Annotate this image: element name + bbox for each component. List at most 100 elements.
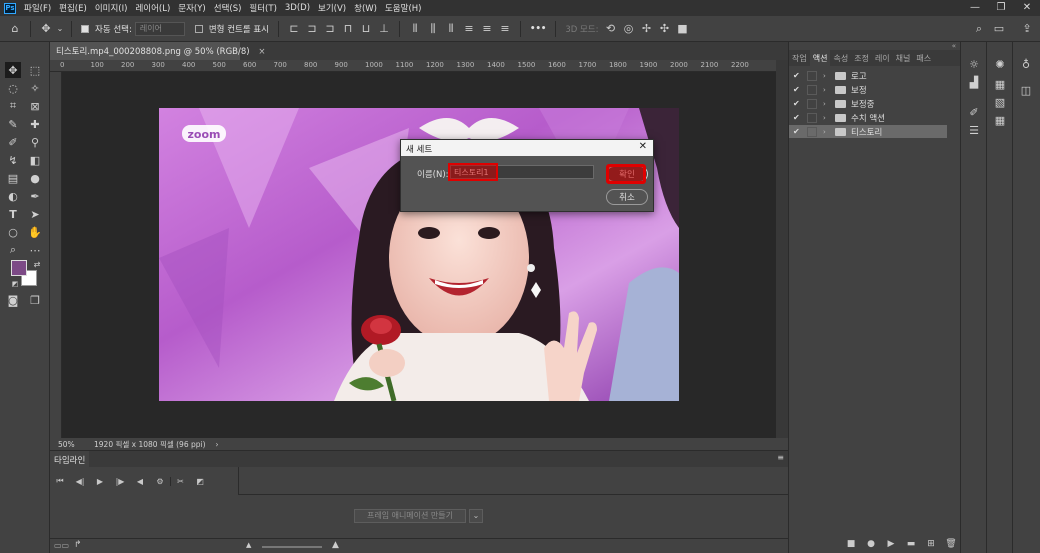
close-tab-icon[interactable]: ×	[258, 47, 265, 57]
close-icon[interactable]: ✕	[639, 141, 647, 152]
chevron-down-icon[interactable]: ⌄	[55, 20, 65, 38]
new-set-folder-icon[interactable]: ▬	[901, 539, 921, 549]
zoom-tool-icon[interactable]: ⌕	[5, 242, 21, 258]
search-icon[interactable]: ⌕	[970, 20, 988, 38]
expand-arrow-icon[interactable]: ›	[823, 128, 833, 136]
3d-pan-icon[interactable]: ✢	[638, 20, 656, 38]
dialog-toggle-box[interactable]	[807, 84, 817, 95]
menu-edit[interactable]: 편집(E)	[55, 2, 91, 14]
menu-view[interactable]: 보기(V)	[314, 2, 350, 14]
auto-select-checkbox[interactable]	[81, 24, 89, 33]
menu-select[interactable]: 선택(S)	[210, 2, 246, 14]
distribute-bottom-icon[interactable]: ≡	[496, 20, 514, 38]
menu-file[interactable]: 파일(F)	[20, 2, 55, 14]
distribute-center-icon[interactable]: ⫼	[424, 20, 442, 38]
dialog-toggle-box[interactable]	[807, 98, 817, 109]
tab-channels[interactable]: 채널	[893, 50, 914, 66]
zoom-level[interactable]: 50%	[58, 440, 88, 449]
3d-roll-icon[interactable]: ◎	[620, 20, 638, 38]
new-action-icon[interactable]: ⊞	[921, 539, 941, 549]
menu-filter[interactable]: 필터(T)	[245, 2, 280, 14]
chevron-down-icon[interactable]: ⌄	[469, 509, 483, 523]
align-right-icon[interactable]: ⊐	[321, 20, 339, 38]
expand-arrow-icon[interactable]: ›	[823, 72, 833, 80]
distribute-middle-icon[interactable]: ≡	[478, 20, 496, 38]
menu-image[interactable]: 이미지(I)	[91, 2, 132, 14]
cancel-button[interactable]: 취소	[606, 189, 648, 205]
type-tool-icon[interactable]: T	[5, 206, 21, 222]
menu-window[interactable]: 창(W)	[350, 2, 381, 14]
swap-colors-icon[interactable]: ⇄	[29, 256, 45, 272]
zoom-out-mountain-icon[interactable]: ▲	[246, 541, 251, 549]
patterns-icon[interactable]: ▦	[992, 112, 1008, 128]
eyedropper-tool-icon[interactable]: ✎	[5, 116, 21, 132]
3d-slide-icon[interactable]: ✣	[656, 20, 674, 38]
auto-select-dropdown[interactable]: 레이어	[134, 21, 185, 36]
action-set-row[interactable]: ✔ › 수치 액션	[789, 111, 961, 124]
path-selection-tool-icon[interactable]: ➤	[27, 206, 43, 222]
ok-button[interactable]: 확인	[606, 166, 648, 182]
workspace-icon[interactable]: ▭	[990, 20, 1008, 38]
menu-help[interactable]: 도움말(H)	[381, 2, 425, 14]
eraser-tool-icon[interactable]: ◧	[27, 152, 43, 168]
timeline-tab[interactable]: 타임라인	[50, 451, 90, 467]
expand-arrow-icon[interactable]: ›	[823, 86, 833, 94]
dodge-tool-icon[interactable]: ◐	[5, 188, 21, 204]
clone-stamp-tool-icon[interactable]: ⚲	[27, 134, 43, 150]
default-colors-icon[interactable]: ◩	[7, 276, 23, 292]
split-icon[interactable]: ✂	[170, 476, 190, 486]
brush-tool-icon[interactable]: ✐	[5, 134, 21, 150]
action-set-row[interactable]: ✔ › 보정	[789, 83, 961, 96]
next-frame-icon[interactable]: |▶	[110, 477, 130, 486]
distribute-left-icon[interactable]: ⫴	[406, 20, 424, 38]
document-tab[interactable]: 티스토리.mp4_000208808.png @ 50% (RGB/8) ×	[50, 42, 265, 60]
transition-icon[interactable]: ◩	[190, 477, 210, 486]
ellipse-tool-icon[interactable]: ○	[5, 224, 21, 240]
lasso-tool-icon[interactable]: ◌	[5, 80, 21, 96]
panel-menu-icon[interactable]: ≡	[777, 453, 784, 462]
timeline-zoom-slider[interactable]	[262, 546, 322, 548]
audio-icon[interactable]: ◀	[130, 477, 150, 486]
status-menu-arrow[interactable]: ›	[216, 440, 219, 449]
history-brush-tool-icon[interactable]: ↯	[5, 152, 21, 168]
prev-frame-icon[interactable]: ◀|	[70, 477, 90, 486]
distribute-top-icon[interactable]: ≡	[460, 20, 478, 38]
3d-scale-icon[interactable]: ■	[674, 20, 692, 38]
healing-brush-tool-icon[interactable]: ✚	[27, 116, 43, 132]
close-window-button[interactable]: ✕	[1014, 0, 1040, 16]
dialog-toggle-box[interactable]	[807, 126, 817, 137]
zoom-in-mountain-icon[interactable]: ▲	[332, 540, 339, 550]
move-tool-icon[interactable]: ✥	[37, 20, 55, 38]
magic-wand-tool-icon[interactable]: ✧	[27, 80, 43, 96]
settings-gear-icon[interactable]: ⚙	[150, 477, 170, 486]
convert-icon[interactable]: ↱	[74, 540, 82, 550]
swatches-icon[interactable]: ▦	[992, 76, 1008, 92]
align-middle-icon[interactable]: ⊔	[357, 20, 375, 38]
collapse-panel-icon[interactable]: «	[952, 42, 956, 50]
minimize-button[interactable]: —	[962, 0, 988, 16]
first-frame-icon[interactable]: ⏮	[50, 476, 70, 486]
align-left-icon[interactable]: ⊏	[285, 20, 303, 38]
align-top-icon[interactable]: ⊓	[339, 20, 357, 38]
more-options-button[interactable]: •••	[530, 24, 546, 34]
tab-workspace[interactable]: 작업	[789, 50, 810, 66]
dialog-toggle-box[interactable]	[807, 70, 817, 81]
play-icon[interactable]: ▶	[90, 477, 110, 486]
learn-icon[interactable]: ♁	[1018, 56, 1034, 72]
menu-layer[interactable]: 레이어(L)	[131, 2, 174, 14]
toggle-check-icon[interactable]: ✔	[793, 71, 803, 80]
home-icon[interactable]: ⌂	[6, 20, 24, 38]
action-set-row[interactable]: ✔ › 로고	[789, 69, 961, 82]
vertical-scrollbar[interactable]	[776, 60, 788, 438]
restore-button[interactable]: ❐	[988, 0, 1014, 16]
set-name-input[interactable]	[450, 165, 594, 179]
tab-properties[interactable]: 속성	[830, 50, 851, 66]
align-bottom-icon[interactable]: ⊥	[375, 20, 393, 38]
quick-mask-icon[interactable]: ◙	[5, 292, 21, 308]
hand-tool-icon[interactable]: ✋	[27, 224, 43, 240]
toggle-check-icon[interactable]: ✔	[793, 85, 803, 94]
levels-icon[interactable]: ▟	[966, 74, 982, 90]
toggle-check-icon[interactable]: ✔	[793, 99, 803, 108]
frame-tool-icon[interactable]: ⊠	[27, 98, 43, 114]
menu-3d[interactable]: 3D(D)	[281, 3, 314, 13]
